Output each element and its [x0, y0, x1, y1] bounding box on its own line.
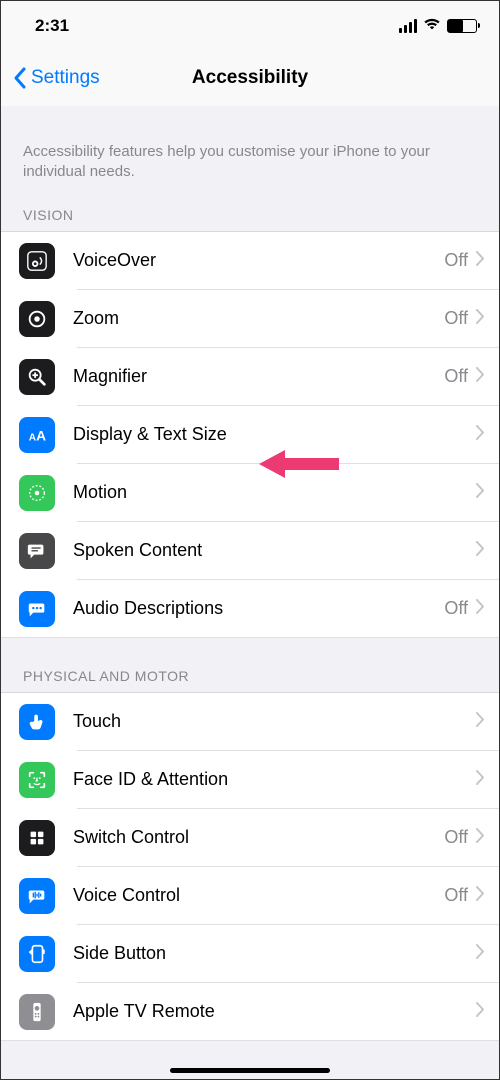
section-vision: VoiceOver Off Zoom Off Magnifier Off — [1, 231, 499, 638]
row-label: Side Button — [73, 943, 468, 964]
back-button[interactable]: Settings — [13, 67, 100, 89]
row-label: Voice Control — [73, 885, 444, 906]
row-value: Off — [444, 827, 468, 848]
chevron-right-icon — [476, 251, 485, 271]
chevron-right-icon — [476, 541, 485, 561]
row-apple-tv-remote[interactable]: Apple TV Remote — [1, 983, 499, 1041]
section-header-vision: VISION — [1, 197, 499, 231]
row-value: Off — [444, 250, 468, 271]
text-size-icon: AA — [19, 417, 55, 453]
intro-text: Accessibility features help you customis… — [1, 106, 499, 197]
back-label: Settings — [31, 67, 100, 89]
row-label: Face ID & Attention — [73, 769, 468, 790]
arrow-annotation — [259, 446, 339, 487]
row-label: Touch — [73, 711, 468, 732]
audio-descriptions-icon — [19, 591, 55, 627]
side-button-icon — [19, 936, 55, 972]
chevron-right-icon — [476, 770, 485, 790]
chevron-right-icon — [476, 1002, 485, 1022]
spoken-content-icon — [19, 533, 55, 569]
row-label: Switch Control — [73, 827, 444, 848]
row-value: Off — [444, 885, 468, 906]
battery-icon — [447, 19, 477, 33]
row-spoken-content[interactable]: Spoken Content — [1, 522, 499, 580]
section-physical: Touch Face ID & Attention Switch Control… — [1, 692, 499, 1041]
svg-text:A: A — [36, 428, 46, 443]
chevron-right-icon — [476, 944, 485, 964]
row-voice-control[interactable]: Voice Control Off — [1, 867, 499, 925]
status-right — [399, 16, 477, 36]
touch-icon — [19, 704, 55, 740]
nav-header: Settings Accessibility — [1, 51, 499, 106]
row-value: Off — [444, 598, 468, 619]
faceid-icon — [19, 762, 55, 798]
home-indicator — [170, 1068, 330, 1073]
page-title: Accessibility — [192, 67, 308, 89]
chevron-right-icon — [476, 599, 485, 619]
cellular-signal-icon — [399, 19, 417, 33]
row-touch[interactable]: Touch — [1, 693, 499, 751]
chevron-right-icon — [476, 309, 485, 329]
status-time: 2:31 — [35, 16, 69, 36]
row-audio-descriptions[interactable]: Audio Descriptions Off — [1, 580, 499, 638]
row-value: Off — [444, 308, 468, 329]
row-display-text-size[interactable]: AA Display & Text Size — [1, 406, 499, 464]
row-switch-control[interactable]: Switch Control Off — [1, 809, 499, 867]
row-label: Display & Text Size — [73, 424, 468, 445]
chevron-right-icon — [476, 425, 485, 445]
row-voiceover[interactable]: VoiceOver Off — [1, 232, 499, 290]
voiceover-icon — [19, 243, 55, 279]
row-side-button[interactable]: Side Button — [1, 925, 499, 983]
chevron-right-icon — [476, 712, 485, 732]
wifi-icon — [423, 16, 441, 36]
row-faceid[interactable]: Face ID & Attention — [1, 751, 499, 809]
row-value: Off — [444, 366, 468, 387]
motion-icon — [19, 475, 55, 511]
chevron-right-icon — [476, 828, 485, 848]
row-zoom[interactable]: Zoom Off — [1, 290, 499, 348]
status-bar: 2:31 — [1, 1, 499, 51]
magnifier-icon — [19, 359, 55, 395]
row-label: Audio Descriptions — [73, 598, 444, 619]
row-label: Magnifier — [73, 366, 444, 387]
chevron-right-icon — [476, 367, 485, 387]
section-header-physical: PHYSICAL AND MOTOR — [1, 638, 499, 692]
row-motion[interactable]: Motion — [1, 464, 499, 522]
zoom-icon — [19, 301, 55, 337]
row-magnifier[interactable]: Magnifier Off — [1, 348, 499, 406]
chevron-right-icon — [476, 886, 485, 906]
row-label: Apple TV Remote — [73, 1001, 468, 1022]
row-label: Zoom — [73, 308, 444, 329]
switch-control-icon — [19, 820, 55, 856]
chevron-left-icon — [13, 67, 27, 89]
chevron-right-icon — [476, 483, 485, 503]
row-label: VoiceOver — [73, 250, 444, 271]
voice-control-icon — [19, 878, 55, 914]
row-label: Spoken Content — [73, 540, 468, 561]
apple-tv-remote-icon — [19, 994, 55, 1030]
